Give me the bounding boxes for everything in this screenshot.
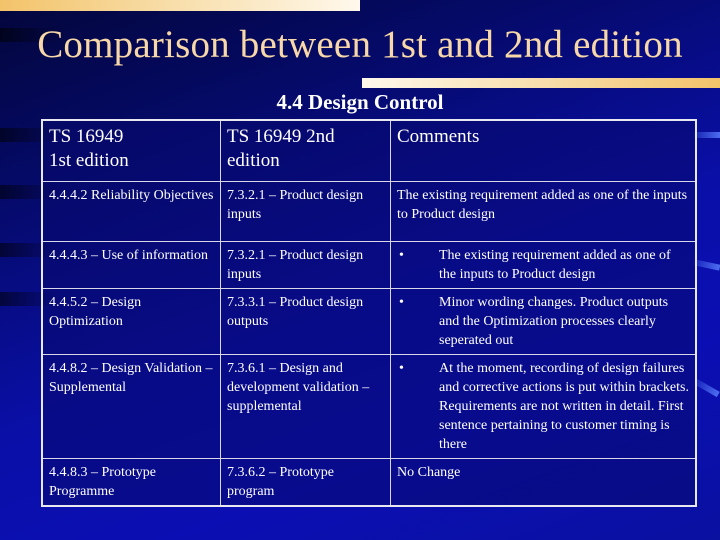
cell-comment: No Change (390, 458, 697, 507)
cell-first-edition: 4.4.8.2 – Design Validation – Supplement… (41, 354, 221, 459)
table-row: 4.4.4.2 Reliability Objectives 7.3.2.1 –… (41, 181, 697, 242)
cell-second-edition: 7.3.6.2 – Prototype program (220, 458, 391, 507)
table-row: 4.4.8.3 – Prototype Programme 7.3.6.2 – … (41, 458, 697, 507)
cell-second-edition: 7.3.2.1 – Product design inputs (220, 181, 391, 242)
bullet-icon: • (399, 361, 404, 376)
cell-comment: • At the moment, recording of design fai… (390, 354, 697, 459)
comment-text: At the moment, recording of design failu… (439, 361, 689, 452)
cell-first-edition: 4.4.4.3 – Use of information (41, 241, 221, 289)
decorative-blue-streak (693, 259, 720, 271)
slide-subtitle: 4.4 Design Control (276, 90, 444, 114)
header-first-edition: TS 16949 1st edition (41, 119, 221, 182)
cell-first-edition: 4.4.4.2 Reliability Objectives (41, 181, 221, 242)
table-row: 4.4.4.3 – Use of information 7.3.2.1 – P… (41, 241, 697, 289)
comparison-table: TS 16949 1st edition TS 16949 2nd editio… (41, 119, 697, 507)
cell-second-edition: 7.3.2.1 – Product design inputs (220, 241, 391, 289)
slide-title: Comparison between 1st and 2nd edition (37, 23, 683, 66)
cell-second-edition: 7.3.6.1 – Design and development validat… (220, 354, 391, 459)
header-text: TS 16949 2nd (227, 126, 335, 147)
header-text: 1st edition (49, 150, 129, 171)
decorative-gold-bar-top (0, 0, 360, 11)
header-text: TS 16949 (49, 126, 124, 147)
header-text: edition (227, 150, 280, 171)
table-row: 4.4.5.2 – Design Optimization 7.3.3.1 – … (41, 288, 697, 355)
decorative-gold-bar-middle (362, 78, 720, 88)
cell-second-edition: 7.3.3.1 – Product design outputs (220, 288, 391, 355)
cell-comment: • Minor wording changes. Product outputs… (390, 288, 697, 355)
header-second-edition: TS 16949 2nd edition (220, 119, 391, 182)
decorative-blue-streak (694, 378, 720, 398)
cell-comment: The existing requirement added as one of… (390, 181, 697, 242)
cell-first-edition: 4.4.5.2 – Design Optimization (41, 288, 221, 355)
cell-comment: • The existing requirement added as one … (390, 241, 697, 289)
bullet-icon: • (399, 295, 404, 310)
decorative-blue-streak (694, 132, 720, 138)
comment-text: Minor wording changes. Product outputs a… (439, 295, 669, 348)
header-text: Comments (397, 126, 480, 147)
table-row: 4.4.8.2 – Design Validation – Supplement… (41, 354, 697, 459)
cell-first-edition: 4.4.8.3 – Prototype Programme (41, 458, 221, 507)
comment-text: The existing requirement added as one of… (439, 248, 671, 282)
header-comments: Comments (390, 119, 697, 182)
bullet-icon: • (399, 248, 404, 263)
table-header-row: TS 16949 1st edition TS 16949 2nd editio… (41, 119, 697, 182)
